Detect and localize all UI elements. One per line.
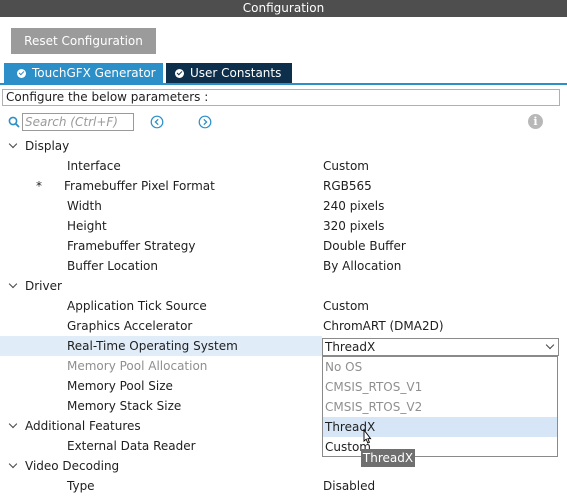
param-value: Disabled (323, 479, 376, 493)
group-label: Additional Features (25, 419, 141, 433)
chevron-down-icon[interactable] (8, 276, 20, 296)
param-row-rtos[interactable]: Real-Time Operating System (0, 336, 322, 356)
search-next-icon[interactable] (198, 115, 212, 129)
param-row[interactable]: Application Tick Source Custom (0, 296, 567, 316)
chevron-down-icon[interactable] (545, 340, 555, 350)
param-label: External Data Reader (67, 439, 196, 453)
param-row[interactable]: * Framebuffer Pixel Format RGB565 (0, 176, 567, 196)
rtos-select[interactable]: ThreadX (322, 338, 559, 356)
param-row[interactable]: Buffer Location By Allocation (0, 256, 567, 276)
tab-label: TouchGFX Generator (32, 66, 156, 80)
search-input[interactable] (22, 113, 134, 131)
param-value: Custom (323, 159, 369, 173)
tab-underline (0, 83, 567, 85)
param-label: Width (67, 199, 102, 213)
chevron-down-icon[interactable] (8, 416, 20, 436)
param-row[interactable]: Framebuffer Strategy Double Buffer (0, 236, 567, 256)
modified-marker: * (36, 179, 42, 193)
parameters-note: Configure the below parameters : (2, 89, 560, 106)
param-label: Application Tick Source (67, 299, 207, 313)
chevron-down-icon[interactable] (8, 136, 20, 156)
window-title: Configuration (0, 0, 567, 17)
param-value: RGB565 (323, 179, 372, 193)
search-previous-icon[interactable] (150, 115, 164, 129)
param-row[interactable]: Width 240 pixels (0, 196, 567, 216)
param-row[interactable]: Type Disabled (0, 476, 567, 496)
param-label: Type (67, 479, 95, 493)
param-label: Height (67, 219, 107, 233)
dropdown-option-threadx[interactable]: ThreadX (323, 417, 557, 437)
dropdown-option-custom[interactable]: Custom (323, 437, 557, 457)
check-circle-icon (175, 69, 184, 78)
dropdown-option-cmsis-rtos-v2[interactable]: CMSIS_RTOS_V2 (323, 397, 557, 417)
param-value: By Allocation (323, 259, 402, 273)
rtos-dropdown-list: No OS CMSIS_RTOS_V1 CMSIS_RTOS_V2 Thread… (322, 356, 558, 457)
group-display[interactable]: Display (0, 136, 567, 156)
group-label: Driver (25, 279, 62, 293)
group-video-decoding[interactable]: Video Decoding (0, 456, 567, 476)
mouse-pointer-icon (363, 429, 372, 444)
dropdown-option-cmsis-rtos-v1[interactable]: CMSIS_RTOS_V1 (323, 377, 557, 397)
param-value: Double Buffer (323, 239, 406, 253)
param-label: Graphics Accelerator (67, 319, 193, 333)
search-icon (8, 116, 20, 128)
param-label: Real-Time Operating System (67, 339, 238, 353)
dropdown-option-no-os[interactable]: No OS (323, 357, 557, 377)
rtos-select-value: ThreadX (325, 340, 376, 354)
param-label: Framebuffer Strategy (67, 239, 196, 253)
param-row[interactable]: Graphics Accelerator ChromART (DMA2D) (0, 316, 567, 336)
param-label: Memory Pool Size (67, 379, 173, 393)
param-value: Custom (323, 299, 369, 313)
group-driver[interactable]: Driver (0, 276, 567, 296)
chevron-down-icon[interactable] (8, 456, 20, 476)
param-value: ChromART (DMA2D) (323, 319, 444, 333)
param-label: Memory Stack Size (67, 399, 182, 413)
param-label: Interface (67, 159, 121, 173)
param-row[interactable]: Interface Custom (0, 156, 567, 176)
tooltip: ThreadX (361, 449, 415, 467)
param-label: Framebuffer Pixel Format (64, 179, 215, 193)
param-value: 320 pixels (323, 219, 385, 233)
param-label: Memory Pool Allocation (67, 359, 208, 373)
group-label: Video Decoding (25, 459, 120, 473)
tab-label: User Constants (190, 66, 282, 80)
group-label: Display (25, 139, 70, 153)
param-row[interactable]: Height 320 pixels (0, 216, 567, 236)
param-label: Buffer Location (67, 259, 158, 273)
info-icon[interactable]: i (528, 114, 543, 129)
param-value: 240 pixels (323, 199, 385, 213)
tab-user-constants[interactable]: User Constants (166, 63, 292, 83)
reset-configuration-button[interactable]: Reset Configuration (11, 28, 156, 54)
check-circle-icon (17, 69, 26, 78)
tab-touchgfx-generator[interactable]: TouchGFX Generator (4, 63, 163, 83)
